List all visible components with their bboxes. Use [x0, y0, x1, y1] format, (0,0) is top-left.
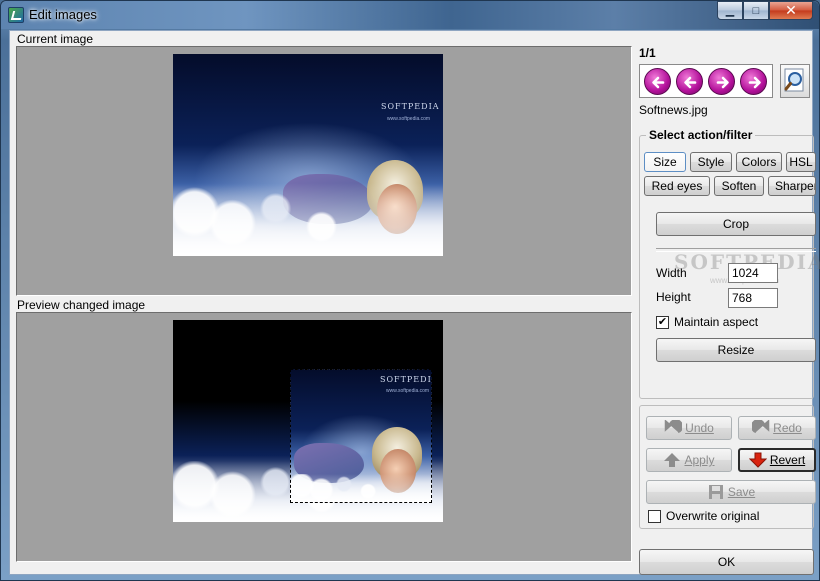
overwrite-original-checkbox[interactable] [648, 510, 661, 523]
overwrite-original-label: Overwrite original [666, 509, 760, 523]
edit-images-window: Edit images ▁ □ ✕ Current image SOFTPEDI… [0, 0, 820, 581]
save-disk-icon [707, 484, 725, 500]
tab-sharpen[interactable]: Sharpen [768, 176, 816, 196]
filter-groupbox: Select action/filter Size Style Colors H… [639, 128, 820, 399]
apply-up-arrow-icon [663, 452, 681, 468]
window-title: Edit images [29, 7, 97, 22]
zoom-button[interactable] [780, 64, 810, 98]
current-image-label: Current image [17, 32, 94, 46]
next-icon [716, 76, 729, 89]
revert-label: Revert [769, 453, 806, 467]
filter-group-title: Select action/filter [646, 128, 756, 142]
save-button[interactable]: Save [646, 480, 816, 504]
tab-red-eyes[interactable]: Red eyes [644, 176, 710, 196]
preview-image-label: Preview changed image [17, 298, 146, 312]
previous-icon [684, 76, 697, 89]
app-icon [8, 7, 24, 23]
first-image-button[interactable] [644, 68, 671, 95]
apply-button[interactable]: Apply [646, 448, 732, 472]
undo-label: Undo [685, 421, 714, 435]
tab-soften[interactable]: Soften [714, 176, 764, 196]
width-input[interactable] [728, 263, 778, 283]
photo-url-text: www.softpedia.com [387, 116, 431, 122]
magnifier-icon [784, 68, 804, 92]
maximize-button[interactable]: □ [743, 1, 769, 20]
preview-canvas[interactable]: SOFTPEDIA www.softpedia.com [173, 320, 443, 522]
height-label: Height [656, 290, 691, 304]
apply-label: Apply [684, 453, 715, 467]
preview-image-panel: SOFTPEDIA www.softpedia.com [16, 312, 632, 562]
photo-foreground [173, 183, 443, 256]
tab-colors[interactable]: Colors [736, 152, 782, 172]
dialog-body: Current image SOFTPEDIA www.softpedia.co… [9, 30, 820, 576]
right-pane: 1/1 Softnews.jpg Select action/filter Si… [638, 31, 820, 576]
filter-divider [656, 248, 816, 252]
next-image-button[interactable] [708, 68, 735, 95]
checkmark-icon: ✔ [657, 316, 668, 328]
crop-selection-rectangle[interactable] [290, 369, 432, 503]
last-icon [748, 76, 761, 89]
width-label: Width [656, 266, 687, 280]
title-bar[interactable]: Edit images ▁ □ ✕ [1, 1, 819, 29]
redo-label: Redo [773, 421, 802, 435]
current-image-panel: SOFTPEDIA www.softpedia.com [16, 46, 632, 296]
actions-groupbox: Undo Redo Apply Revert Save Overwrite or… [639, 405, 816, 529]
redo-icon [751, 419, 770, 436]
previous-image-button[interactable] [676, 68, 703, 95]
window-controls: ▁ □ ✕ [717, 1, 813, 21]
last-image-button[interactable] [737, 65, 770, 98]
height-input[interactable] [728, 288, 778, 308]
undo-icon [664, 419, 684, 436]
revert-button[interactable]: Revert [738, 448, 816, 472]
resize-button[interactable]: Resize [656, 338, 816, 362]
redo-button[interactable]: Redo [738, 416, 816, 440]
minimize-button[interactable]: ▁ [717, 1, 743, 20]
save-label: Save [727, 485, 756, 499]
navigation-toolbar [639, 64, 773, 98]
first-icon [652, 76, 665, 89]
undo-button[interactable]: Undo [646, 416, 732, 440]
ok-button[interactable]: OK [639, 549, 814, 575]
current-image-photo: SOFTPEDIA www.softpedia.com [173, 54, 443, 256]
image-counter: 1/1 [639, 46, 656, 60]
crop-button[interactable]: Crop [656, 212, 816, 236]
tab-hsl[interactable]: HSL [786, 152, 816, 172]
maintain-aspect-checkbox[interactable]: ✔ [656, 316, 669, 329]
tab-size[interactable]: Size [644, 152, 686, 172]
revert-down-arrow-icon [748, 452, 768, 468]
maintain-aspect-label: Maintain aspect [674, 315, 759, 329]
photo-brand-text: SOFTPEDIA [381, 102, 440, 111]
close-button[interactable]: ✕ [769, 1, 813, 20]
tab-style[interactable]: Style [690, 152, 732, 172]
filename-label: Softnews.jpg [639, 103, 708, 117]
